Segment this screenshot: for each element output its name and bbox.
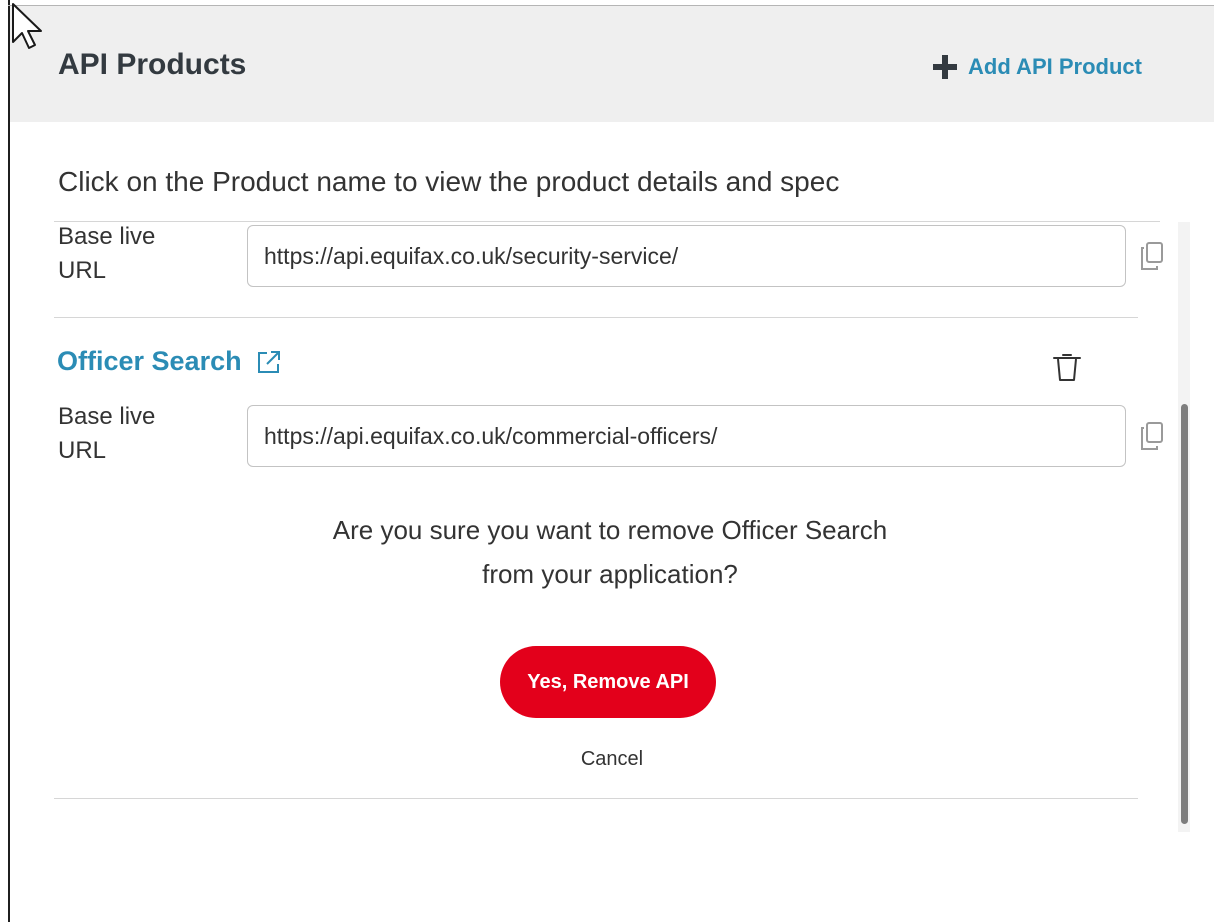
- external-link-icon: [257, 350, 280, 373]
- remove-confirmation-message: Are you sure you want to remove Officer …: [240, 508, 980, 596]
- trash-icon[interactable]: [1052, 351, 1082, 383]
- base-live-url-field[interactable]: [247, 225, 1126, 287]
- scrollbar-thumb[interactable]: [1181, 404, 1188, 824]
- base-live-url-label: Base live URL: [58, 403, 156, 464]
- page-title: API Products: [58, 48, 247, 81]
- copy-icon[interactable]: [1139, 241, 1165, 271]
- product-name: Officer Search: [57, 346, 242, 376]
- add-api-product-label: Add API Product: [968, 54, 1142, 79]
- base-live-url-label: Base live URL: [58, 223, 156, 284]
- instructions-text: Click on the Product name to view the pr…: [58, 166, 840, 197]
- window-border-left: [8, 0, 10, 922]
- cancel-link[interactable]: Cancel: [560, 748, 664, 771]
- add-api-product-button[interactable]: Add API Product: [932, 50, 1142, 84]
- product-divider: [54, 317, 1138, 318]
- copy-icon[interactable]: [1139, 421, 1165, 451]
- product-divider: [54, 798, 1138, 799]
- section-divider: [54, 221, 1160, 222]
- base-live-url-field[interactable]: [247, 405, 1126, 467]
- confirmation-line-2: from your application?: [482, 559, 738, 589]
- product-name-link[interactable]: Officer Search: [57, 346, 282, 377]
- page-header: API Products Add API Product: [10, 6, 1214, 122]
- mouse-pointer-icon: [12, 3, 42, 49]
- plus-icon: [933, 55, 957, 79]
- yes-remove-api-button[interactable]: Yes, Remove API: [500, 646, 716, 718]
- confirmation-line-1: Are you sure you want to remove Officer …: [332, 515, 888, 545]
